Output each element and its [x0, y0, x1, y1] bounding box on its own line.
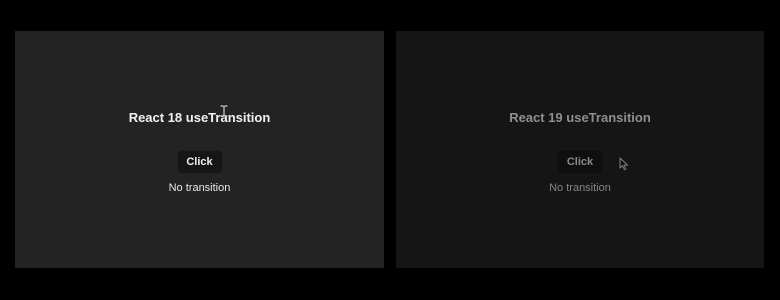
- react-19-status-text: No transition: [549, 182, 611, 194]
- react-19-demo-panel: React 19 useTransition Click No transiti…: [396, 31, 764, 268]
- comparison-stage: React 18 useTransition Click No transiti…: [0, 0, 780, 300]
- react-19-click-button[interactable]: Click: [558, 151, 602, 173]
- react-19-title: React 19 useTransition: [509, 110, 651, 125]
- react-18-demo-panel: React 18 useTransition Click No transiti…: [15, 31, 384, 268]
- react-18-title: React 18 useTransition: [128, 110, 271, 125]
- react-18-click-button[interactable]: Click: [177, 151, 222, 173]
- arrow-pointer-icon: [619, 157, 629, 171]
- react-18-status-text: No transition: [168, 182, 231, 194]
- text-cursor-icon: [220, 105, 228, 117]
